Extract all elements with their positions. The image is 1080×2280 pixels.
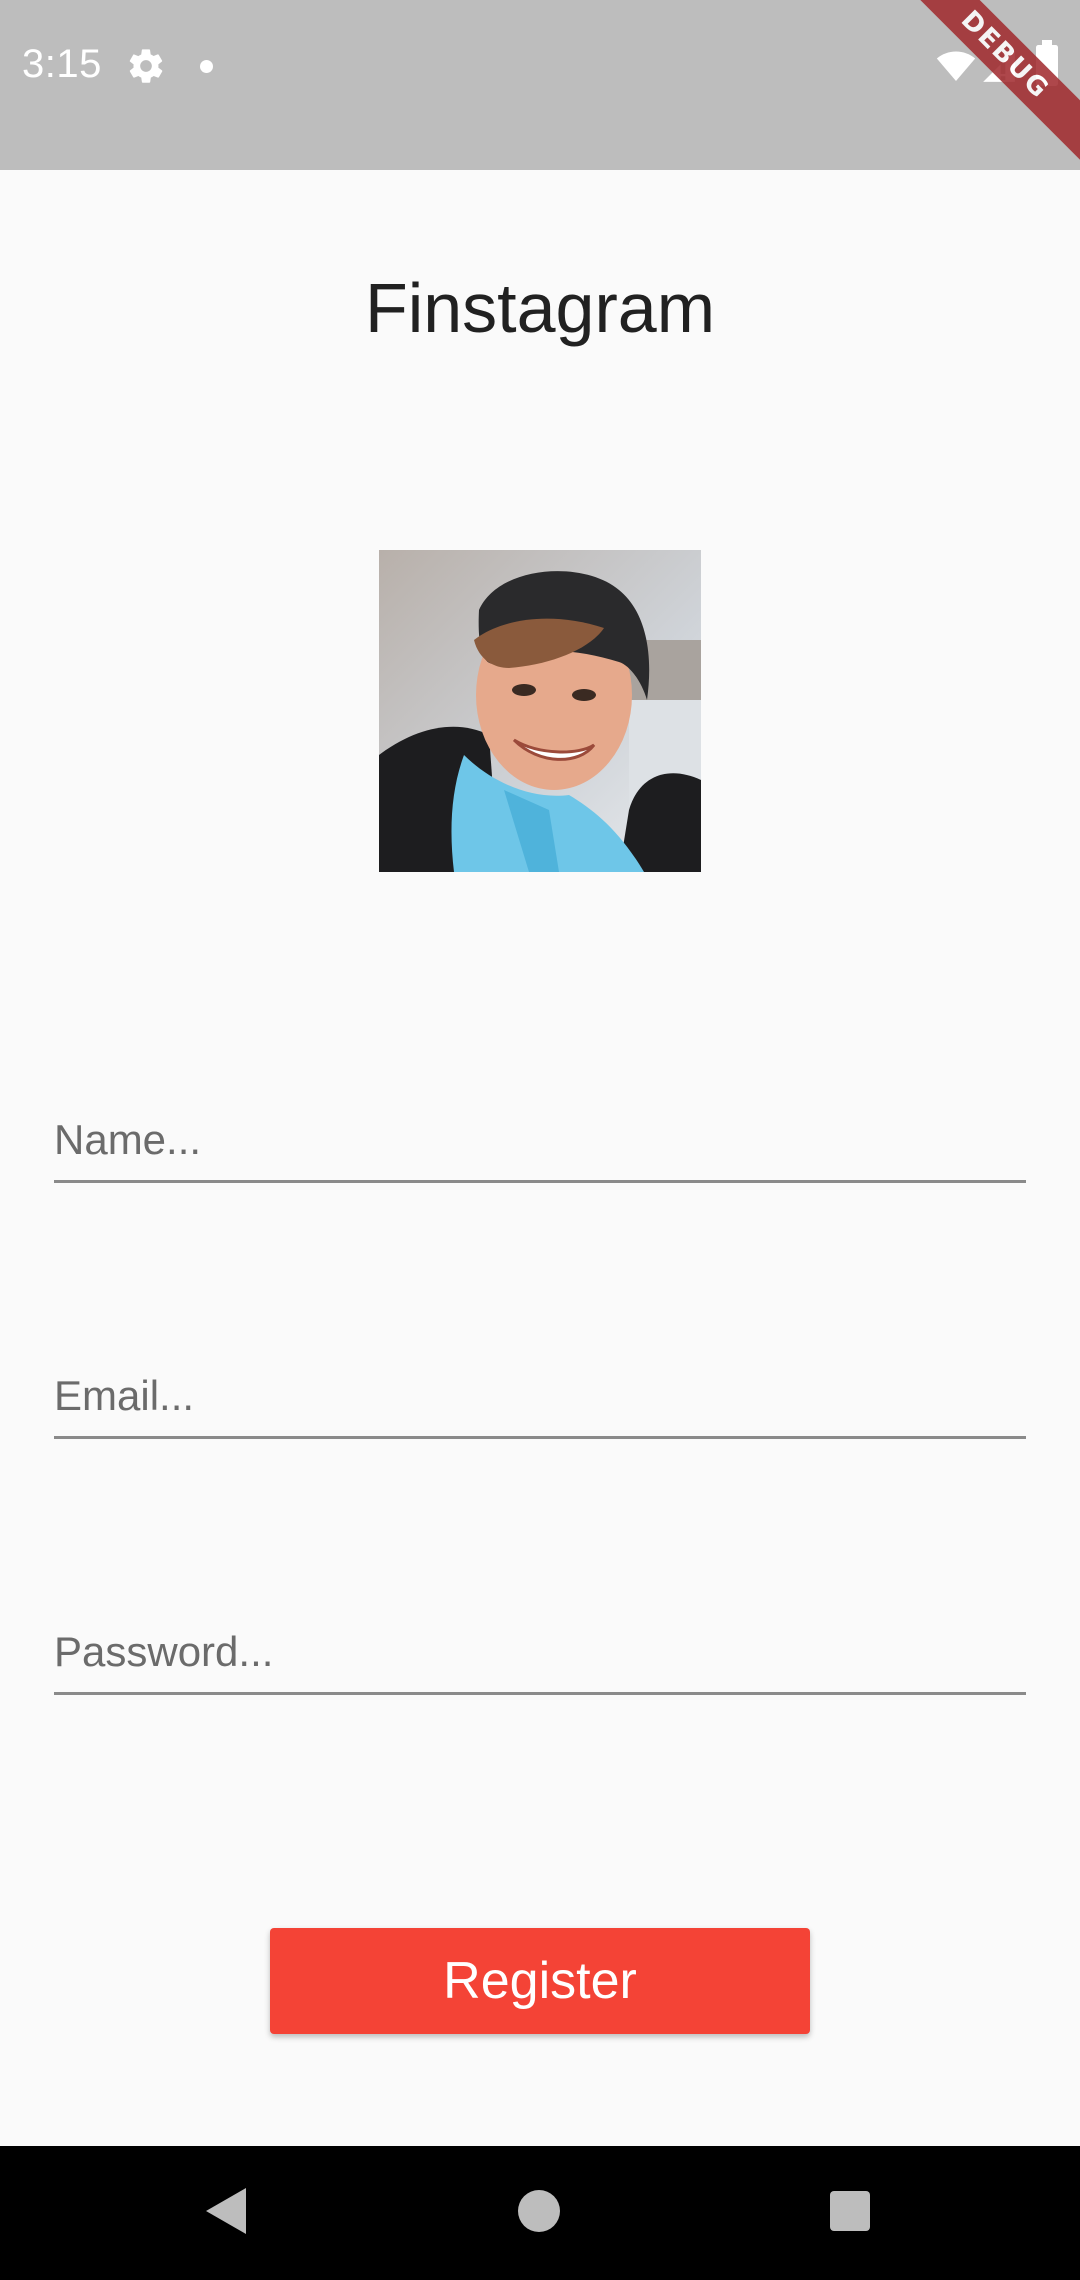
notification-dot-icon: [200, 60, 213, 73]
status-time: 3:15: [22, 42, 102, 86]
navigation-bar: [0, 2146, 1080, 2280]
password-field[interactable]: [54, 1612, 1026, 1695]
register-button[interactable]: Register: [270, 1928, 810, 2034]
back-icon[interactable]: [204, 2186, 248, 2236]
email-field[interactable]: [54, 1356, 1026, 1439]
status-bar: 3:15 DEBUG: [0, 0, 1080, 170]
password-input[interactable]: [54, 1612, 1026, 1692]
name-field[interactable]: [54, 1100, 1026, 1183]
profile-photo[interactable]: [379, 550, 701, 872]
gear-icon: [126, 46, 166, 86]
home-icon[interactable]: [518, 2190, 560, 2232]
page-title: Finstagram: [364, 269, 716, 347]
email-input[interactable]: [54, 1356, 1026, 1436]
recents-icon[interactable]: [830, 2191, 870, 2231]
name-input[interactable]: [54, 1100, 1026, 1180]
profile-photo-icon: [379, 550, 701, 872]
